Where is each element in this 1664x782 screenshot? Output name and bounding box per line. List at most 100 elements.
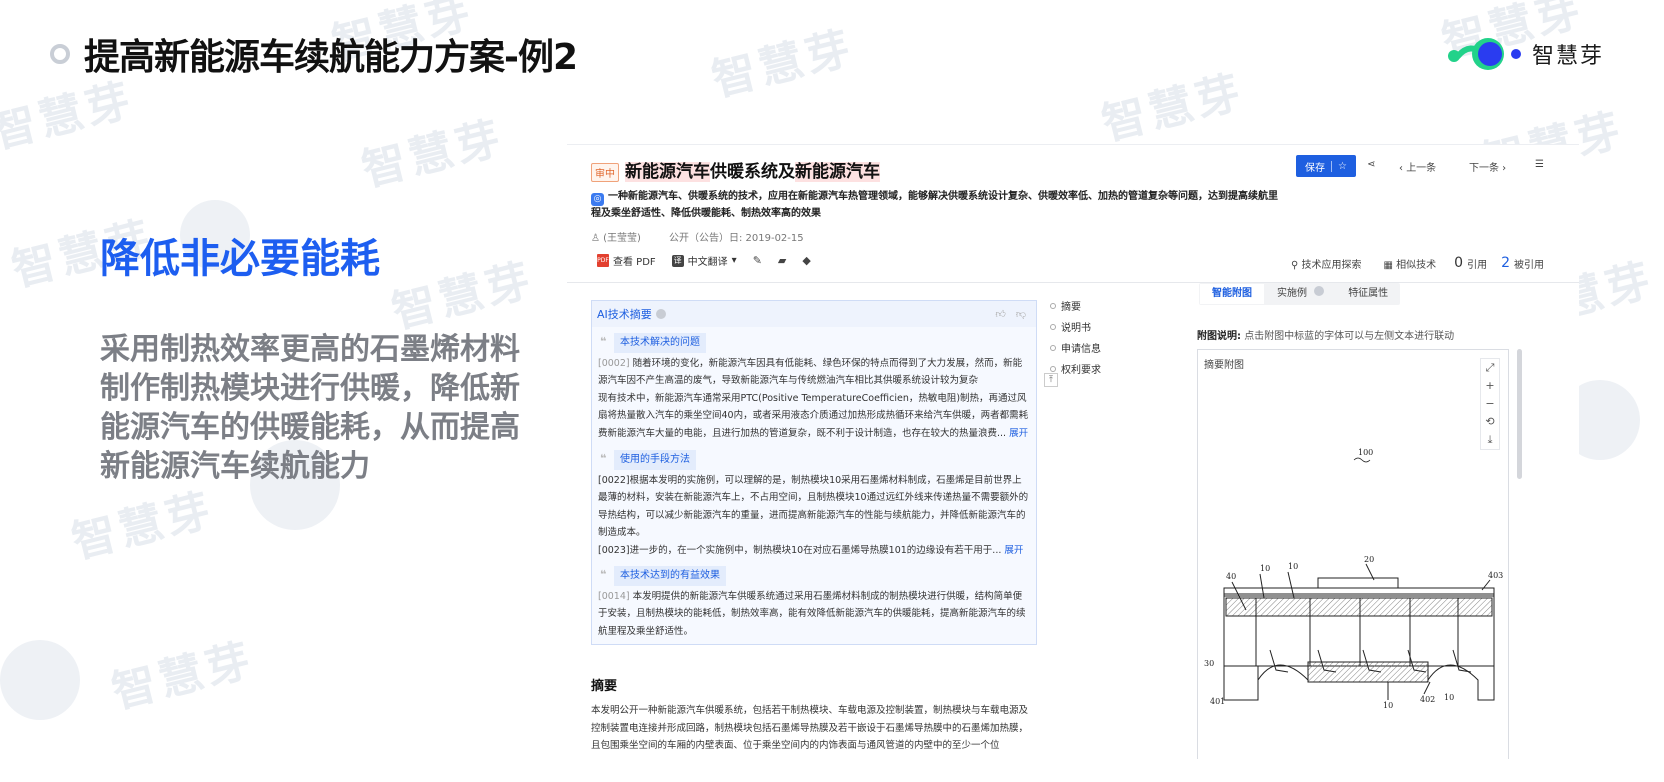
section-tag: 本技术解决的问题 bbox=[614, 333, 706, 353]
nav-label: 说明书 bbox=[1061, 323, 1091, 334]
subheading: 降低非必要能耗 bbox=[100, 236, 380, 282]
thumbs-up-icon[interactable]: 👍︎ bbox=[995, 308, 1005, 320]
title-text: 供暖系统及 bbox=[710, 162, 795, 182]
drawing-label: 402 bbox=[1420, 695, 1435, 704]
nav-dot-icon bbox=[1050, 365, 1056, 372]
next-button[interactable]: 下一条 › bbox=[1469, 159, 1506, 174]
logo-text: 智慧芽 bbox=[1532, 44, 1605, 69]
drawing-label: 30 bbox=[1204, 659, 1214, 668]
similar-label: 相似技术 bbox=[1396, 259, 1437, 271]
tab-smart-figure[interactable]: 智能附图 bbox=[1200, 284, 1264, 304]
ai-section-method: ❝ 使用的手段方法 [0022]根据本发明的实施例，可以理解的是，制热模块10采… bbox=[598, 450, 1030, 559]
expand-link[interactable]: 展开 bbox=[1004, 545, 1023, 556]
back-to-top-icon[interactable]: ⤒ bbox=[1044, 373, 1058, 387]
drawing-label: 40 bbox=[1226, 572, 1236, 581]
tab-label: 实施例 bbox=[1277, 288, 1307, 299]
body-text: 采用制热效率更高的石墨烯材料制作制热模块进行供暖，降低新能源汽车的供暖能耗，从而… bbox=[100, 332, 520, 484]
tech-explore-button[interactable]: ⚲ 技术应用探索 bbox=[1291, 256, 1362, 271]
nav-item-abstract[interactable]: 摘要 bbox=[1050, 295, 1101, 316]
ai-box-title: AI技术摘要 bbox=[597, 308, 652, 321]
figure-caption: 附图说明: 点击附图中标蓝的字体可以与左侧文本进行联动 bbox=[1197, 327, 1454, 342]
publication-date: 公开（公告）日: 2019-02-15 bbox=[668, 233, 804, 244]
patent-drawing: 100 20 10 10 40 403 30 401 10 402 10 bbox=[1204, 448, 1503, 710]
nav-item-description[interactable]: 说明书 bbox=[1050, 316, 1101, 337]
drawing-label: 10 bbox=[1444, 693, 1454, 702]
cited-label: 被引用 bbox=[1514, 259, 1544, 271]
cited-count[interactable]: 2 bbox=[1501, 255, 1510, 271]
section-tag: 使用的手段方法 bbox=[614, 450, 696, 470]
section-tag: 本技术达到的有益效果 bbox=[614, 566, 726, 586]
tech-explore-label: 技术应用探索 bbox=[1301, 259, 1362, 271]
info-icon bbox=[1314, 286, 1325, 296]
logo-icon bbox=[1448, 38, 1521, 70]
abstract-title: 摘要 bbox=[591, 679, 618, 694]
nav-dot-icon bbox=[1050, 302, 1056, 309]
paragraph-number: [0002] bbox=[598, 357, 630, 369]
translate-icon: 译 bbox=[671, 254, 684, 267]
patent-right-tools: ⚲ 技术应用探索 ▦ 相似技术 0 引用 2 被引用 bbox=[1291, 255, 1544, 271]
prev-button[interactable]: ‹ 上一条 bbox=[1399, 159, 1436, 174]
pdf-icon: PDF bbox=[597, 254, 609, 267]
tab-embodiment[interactable]: 实施例 bbox=[1265, 283, 1336, 305]
view-pdf-button[interactable]: PDF 查看 PDF bbox=[597, 253, 656, 268]
drawing-label: 403 bbox=[1488, 571, 1503, 580]
ai-box-header: AI技术摘要 bbox=[592, 301, 1036, 327]
patent-screenshot: 审中 新能源汽车供暖系统及新能源汽车 ◎ 一种新能源汽车、供暖系统的技术，应用在新… bbox=[567, 144, 1579, 759]
drawing-label: 10 bbox=[1260, 564, 1270, 573]
nav-item-application[interactable]: 申请信息 bbox=[1050, 337, 1101, 358]
star-icon[interactable]: ☆ bbox=[1338, 161, 1347, 172]
ai-summary-text: 一种新能源汽车、供暖系统的技术，应用在新能源汽车热管理领域，能够解决供暖系统设计… bbox=[591, 191, 1278, 219]
save-button[interactable]: 保存 ☆ bbox=[1296, 155, 1356, 177]
robot-icon: ◎ bbox=[591, 193, 604, 206]
comment-icon[interactable]: ▰ bbox=[778, 254, 786, 267]
section-text: 本发明提供的新能源汽车供暖系统通过采用石墨烯材料制成的制热模块进行供暖，结构简单… bbox=[598, 590, 1026, 637]
nav-label: 权利要求 bbox=[1061, 365, 1101, 376]
tab-feature-attributes[interactable]: 特征属性 bbox=[1336, 283, 1400, 305]
paragraph-number: [0014] bbox=[598, 590, 630, 602]
watermark: 智慧芽 bbox=[707, 22, 860, 107]
feedback: 👍︎ 👎︎ bbox=[995, 308, 1026, 320]
patent-toolbar: PDF 查看 PDF 译 中文翻译 ▾ ✎ ▰ ◆ bbox=[597, 253, 811, 268]
expand-link[interactable]: 展开 bbox=[1009, 428, 1028, 439]
highlighter-icon[interactable]: ✎ bbox=[753, 254, 762, 267]
prev-label: 上一条 bbox=[1406, 163, 1437, 174]
similar-icon: ▦ bbox=[1383, 259, 1397, 271]
similar-tech-button[interactable]: ▦ 相似技术 bbox=[1384, 256, 1437, 271]
figure-scrollbar[interactable] bbox=[1517, 349, 1522, 479]
nav-label: 摘要 bbox=[1061, 302, 1081, 313]
tag-icon[interactable]: ◆ bbox=[802, 254, 810, 267]
chevron-down-icon: ▾ bbox=[731, 255, 737, 266]
patent-header: 审中 新能源汽车供暖系统及新能源汽车 ◎ 一种新能源汽车、供暖系统的技术，应用在新… bbox=[567, 145, 1579, 283]
watermark: 智慧芽 bbox=[67, 484, 220, 569]
patent-title: 新能源汽车供暖系统及新能源汽车 bbox=[625, 157, 880, 182]
network-icon: ⚲ bbox=[1291, 259, 1302, 271]
user-icon: ♙ bbox=[591, 233, 604, 244]
caption-text: 点击附图中标蓝的字体可以与左侧文本进行联动 bbox=[1244, 331, 1455, 342]
list-icon[interactable]: ☰ bbox=[1535, 159, 1544, 170]
divider bbox=[1331, 160, 1333, 172]
figure-viewer[interactable]: 摘要附图 ⤢ + − ⟲ ⤓ 100 20 10 10 40 403 30 40… bbox=[1197, 349, 1509, 759]
info-icon[interactable] bbox=[655, 309, 666, 319]
section-text: [0023]进一步的，在一个实施例中，制热模块10在对应石墨烯导热膜101的边缘… bbox=[598, 544, 1002, 556]
thumbs-down-icon[interactable]: 👎︎ bbox=[1016, 308, 1026, 320]
next-label: 下一条 bbox=[1469, 163, 1499, 174]
quote-icon: ❝ bbox=[600, 568, 607, 581]
ai-summary-box: AI技术摘要 👍︎ 👎︎ ❝ 本技术解决的问题 [0002] 随着环境的变化，新… bbox=[591, 300, 1037, 645]
patent-meta: ♙ (王莹莹) 公开（公告）日: 2019-02-15 bbox=[591, 229, 804, 244]
translate-label: 中文翻译 bbox=[687, 257, 728, 268]
inventor: ♙ (王莹莹) bbox=[591, 229, 641, 244]
status-badge: 审中 bbox=[591, 163, 619, 182]
abstract-text: 本发明公开一种新能源汽车供暖系统，包括若干制热模块、车载电源及控制装置，制热模块… bbox=[591, 705, 1029, 751]
title-highlight: 新能源汽车 bbox=[795, 162, 880, 182]
cite-count[interactable]: 0 bbox=[1454, 255, 1463, 271]
caption-label: 附图说明: bbox=[1197, 331, 1241, 342]
ai-section-problem: ❝ 本技术解决的问题 [0002] 随着环境的变化，新能源汽车因具有低能耗、绿色… bbox=[598, 333, 1030, 442]
quote-icon: ❝ bbox=[600, 335, 607, 348]
drawing-label: 20 bbox=[1364, 555, 1374, 564]
translate-dropdown[interactable]: 译 中文翻译 ▾ bbox=[671, 253, 737, 268]
section-text: 现有技术中，新能源汽车通常采用PTC(Positive TemperatureC… bbox=[598, 392, 1029, 439]
drawing-label: 401 bbox=[1210, 697, 1225, 706]
inventor-name: (王莹莹) bbox=[603, 233, 641, 244]
quote-icon: ❝ bbox=[600, 452, 607, 465]
share-icon[interactable]: ⋖ bbox=[1367, 159, 1375, 170]
